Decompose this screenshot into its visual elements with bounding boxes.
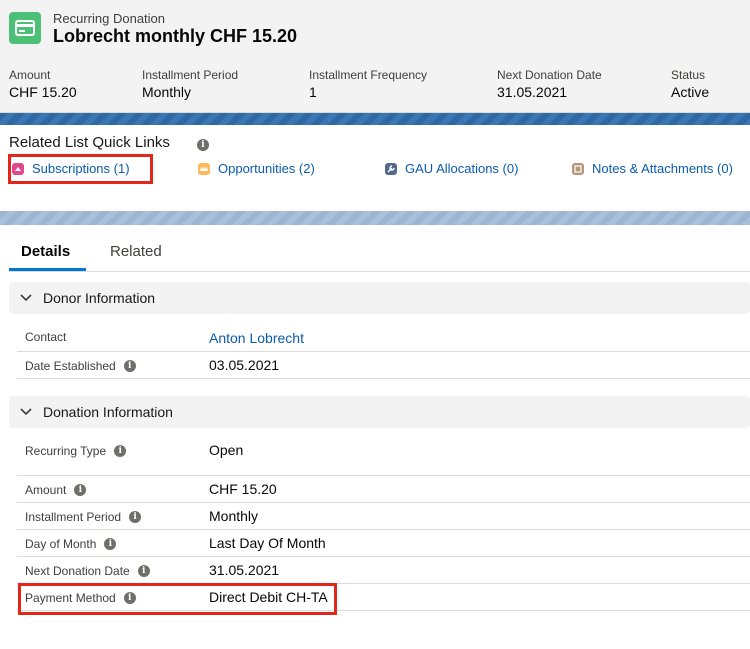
chevron-down-icon (9, 294, 43, 302)
field-value-installment-period: Monthly (209, 508, 259, 524)
info-icon[interactable]: i (137, 565, 150, 577)
quick-link-notes-attachments[interactable]: Notes & Attachments (0) (572, 161, 733, 176)
field-divider (17, 378, 750, 379)
tab-details[interactable]: Details (21, 243, 70, 260)
field-label-installment-period: Installment Period i (25, 510, 142, 524)
field-label-next-donation-date: Next Donation Date i (25, 564, 150, 578)
decorative-band-top (0, 113, 750, 125)
field-value-next-donation-date: 31.05.2021 (209, 562, 280, 578)
quick-links-title: Related List Quick Links (9, 134, 170, 151)
label-text: Contact (25, 330, 67, 344)
quick-link-label: Opportunities (2) (218, 161, 315, 176)
info-icon[interactable]: i (197, 139, 209, 151)
field-value-amount: CHF 15.20 (209, 481, 277, 497)
label-text: Amount (25, 483, 67, 497)
wrench-icon (385, 162, 397, 175)
tab-related[interactable]: Related (110, 243, 162, 260)
field-value-day-of-month: Last Day Of Month (209, 535, 326, 551)
highlight-label-installment-frequency: Installment Frequency (309, 68, 428, 82)
field-divider (17, 502, 750, 503)
highlight-value-next-donation-date: 31.05.2021 (497, 84, 568, 100)
quick-link-label: Notes & Attachments (0) (592, 161, 733, 176)
record-header: Recurring Donation Lobrecht monthly CHF … (0, 0, 750, 113)
highlight-label-next-donation-date: Next Donation Date (497, 68, 602, 82)
highlight-label-installment-period: Installment Period (142, 68, 239, 82)
chevron-down-icon (9, 408, 43, 416)
annotation-highlight-payment-method (18, 583, 337, 615)
highlight-label-amount: Amount (9, 68, 51, 82)
object-type-label: Recurring Donation (53, 11, 166, 26)
info-icon[interactable]: i (104, 538, 117, 550)
recurring-donation-icon (9, 12, 41, 44)
field-label-recurring-type: Recurring Type i (25, 444, 127, 458)
quick-link-opportunities[interactable]: Opportunities (2) (198, 161, 315, 176)
field-divider (17, 351, 750, 352)
decorative-band-bottom (0, 211, 750, 225)
crown-icon (198, 162, 210, 175)
info-icon[interactable]: i (114, 445, 127, 457)
field-value-contact-link[interactable]: Anton Lobrecht (209, 330, 304, 346)
note-icon (572, 162, 584, 175)
highlight-label-status: Status (671, 68, 706, 82)
tabs-divider (9, 271, 750, 272)
field-divider (17, 556, 750, 557)
label-text: Installment Period (25, 510, 122, 524)
label-text: Recurring Type (25, 444, 107, 458)
record-title: Lobrecht monthly CHF 15.20 (53, 26, 298, 46)
section-title: Donation Information (43, 404, 173, 420)
field-divider (17, 475, 750, 476)
label-text: Day of Month (25, 537, 97, 551)
label-text: Date Established (25, 359, 116, 373)
field-label-amount: Amount i (25, 483, 87, 497)
label-text: Next Donation Date (25, 564, 130, 578)
section-title: Donor Information (43, 290, 156, 306)
field-label-day-of-month: Day of Month i (25, 537, 117, 551)
field-value-recurring-type: Open (209, 442, 244, 458)
section-header-donor-information[interactable]: Donor Information (9, 282, 750, 314)
quick-link-gau-allocations[interactable]: GAU Allocations (0) (385, 161, 518, 176)
highlight-value-amount: CHF 15.20 (9, 84, 77, 100)
field-label-contact: Contact (25, 330, 66, 344)
highlight-value-installment-period: Monthly (142, 84, 192, 100)
info-icon[interactable]: i (74, 484, 87, 496)
info-icon[interactable]: i (129, 511, 142, 523)
annotation-highlight-subscriptions (8, 154, 153, 184)
highlight-value-installment-frequency: 1 (309, 84, 317, 100)
section-header-donation-information[interactable]: Donation Information (9, 396, 750, 428)
field-label-date-established: Date Established i (25, 359, 136, 373)
field-value-date-established: 03.05.2021 (209, 357, 280, 373)
field-divider (17, 529, 750, 530)
info-icon[interactable]: i (123, 360, 136, 372)
highlight-value-status: Active (671, 84, 710, 100)
quick-link-label: GAU Allocations (0) (405, 161, 519, 176)
